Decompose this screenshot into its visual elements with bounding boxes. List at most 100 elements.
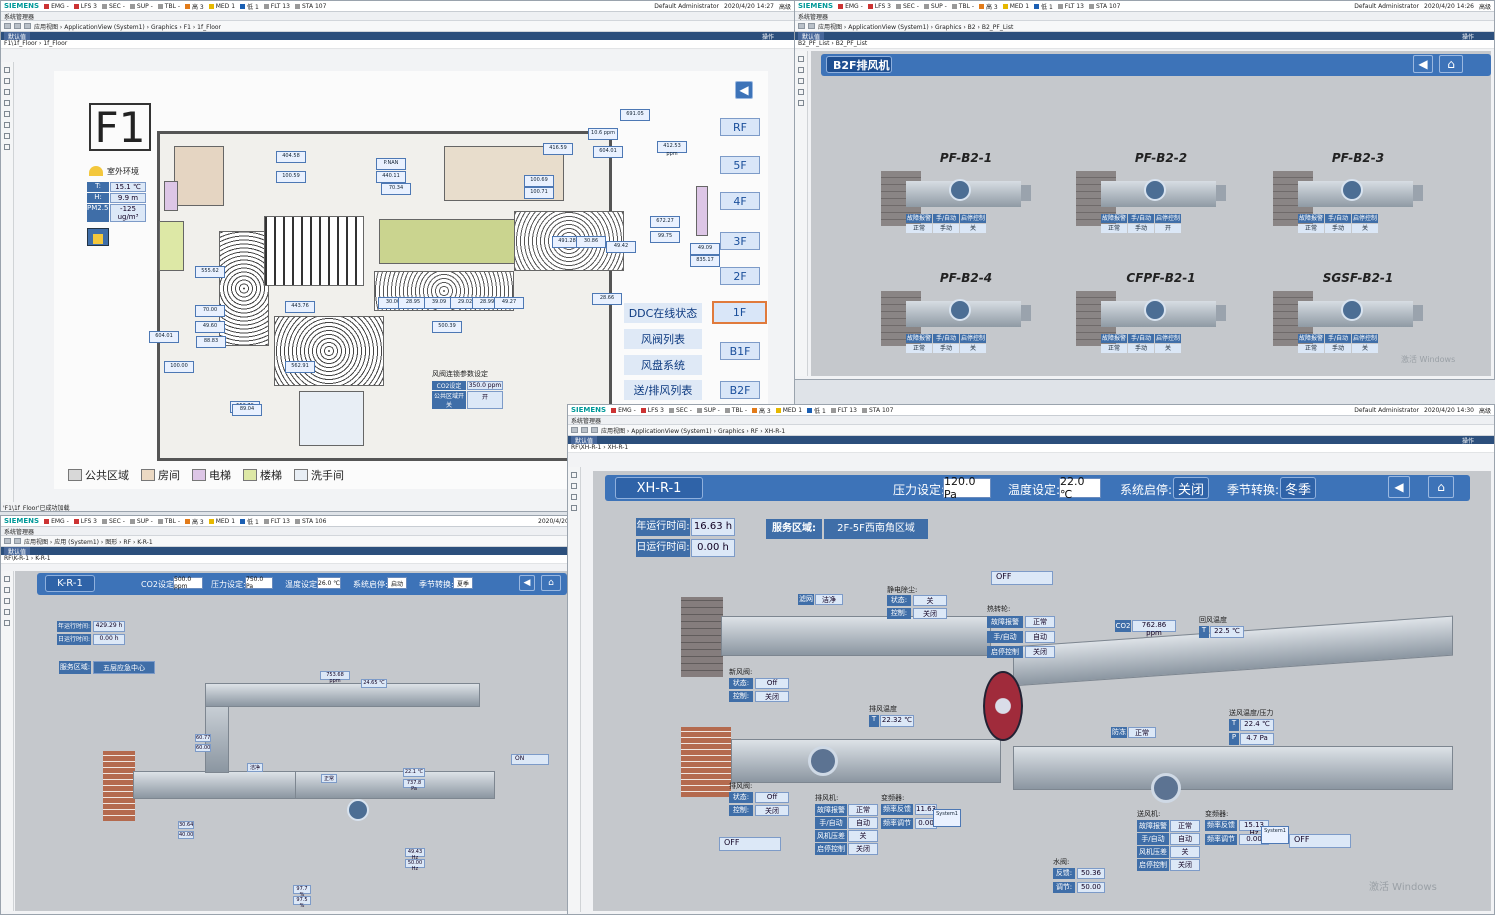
tab-default[interactable]: 默认值 <box>4 547 31 556</box>
status-sup[interactable]: SUP - <box>923 3 947 10</box>
status-sec[interactable]: SEC - <box>896 3 919 10</box>
back-icon[interactable] <box>4 538 11 544</box>
wheel-start[interactable]: 关闭 <box>1025 646 1055 658</box>
panel-value[interactable]: 正常 <box>1170 820 1200 832</box>
arrow-icon[interactable] <box>4 587 10 593</box>
panel-value[interactable]: 关 <box>848 830 878 842</box>
zoom-out-icon[interactable] <box>4 609 10 615</box>
floor-nav-b1f[interactable]: B1F <box>720 342 760 360</box>
co2-reading-box[interactable]: 49.42 <box>606 241 636 253</box>
back-icon[interactable] <box>4 23 11 29</box>
print-icon[interactable] <box>798 100 804 106</box>
pen-icon[interactable] <box>4 67 10 73</box>
status-sec[interactable]: SEC - <box>669 407 692 414</box>
ddc-status-link[interactable]: DDC在线状态 <box>624 303 702 323</box>
zoom-out-icon[interactable] <box>571 505 577 511</box>
co2-set-value[interactable]: 350.0 ppm <box>467 381 503 390</box>
status-tbl[interactable]: TBL - <box>157 518 180 525</box>
co2-reading-box[interactable]: 672.27 <box>650 216 680 228</box>
fan-unit[interactable]: PF-B2-4 故障报警 手/自动 启停控制 正常 手动关 <box>881 271 1051 379</box>
co2-reading-box[interactable]: 404.58 <box>276 151 306 163</box>
co2-reading-box[interactable]: 835.17 <box>690 255 720 267</box>
home-button[interactable]: ⌂ <box>1439 55 1463 73</box>
status-low[interactable]: 低 1 <box>240 2 259 11</box>
status-sup[interactable]: SUP - <box>696 407 720 414</box>
off-indicator-left[interactable]: OFF <box>719 837 781 851</box>
home-icon[interactable] <box>591 427 598 433</box>
system-widget[interactable]: System1 <box>1261 826 1289 844</box>
home-button[interactable]: ⌂ <box>1428 476 1454 498</box>
fan-unit[interactable]: PF-B2-1 故障报警 手/自动 启停控制 正常 手动关 <box>881 151 1051 261</box>
status-tbl[interactable]: TBL - <box>951 3 974 10</box>
zoom-in-icon[interactable] <box>798 78 804 84</box>
system-widget[interactable] <box>87 228 109 246</box>
fan-status-value[interactable]: 手动 <box>1128 224 1154 233</box>
co2-reading-box[interactable]: 70.34 <box>381 183 411 195</box>
co2-reading-box[interactable]: 604.01 <box>149 331 179 343</box>
status-med[interactable]: MED 1 <box>775 407 802 414</box>
floor-nav-3f[interactable]: 3F <box>720 232 760 250</box>
co2-reading-box[interactable]: 100.59 <box>276 171 306 183</box>
status-high[interactable]: 高 3 <box>751 406 771 415</box>
panel-value[interactable]: 关闭 <box>848 843 878 855</box>
run-value[interactable]: 启动 <box>387 577 407 589</box>
tab-op[interactable]: 操作 <box>1462 436 1494 445</box>
co2-reading-box[interactable]: 412.53 ppm <box>657 141 687 157</box>
status-lfs[interactable]: LFS 3 <box>73 3 97 10</box>
select-icon[interactable] <box>4 122 10 128</box>
fan-status-value[interactable]: 手动 <box>933 344 959 353</box>
co2-reading-box[interactable]: 443.76 <box>285 301 315 313</box>
co2-set-value[interactable]: 500.0 ppm <box>173 576 203 590</box>
arrow-icon[interactable] <box>798 67 804 73</box>
co2-reading-box[interactable]: 440.11 <box>376 171 406 183</box>
back-button[interactable]: ◀ <box>1413 55 1433 73</box>
water-reg[interactable]: 50.00 <box>1077 882 1105 893</box>
status-high[interactable]: 高 3 <box>978 2 998 11</box>
grid-icon[interactable] <box>4 133 10 139</box>
co2-reading-box[interactable]: 49.27 <box>494 297 524 309</box>
link-value[interactable]: 开 <box>467 391 503 409</box>
season-value[interactable]: 冬季 <box>1280 477 1316 499</box>
home-button[interactable]: ⌂ <box>541 575 561 591</box>
zoom-in-icon[interactable] <box>4 89 10 95</box>
back-button[interactable]: ◀ <box>735 81 753 99</box>
fan-status-value[interactable]: 关 <box>1352 224 1378 233</box>
status-lfs[interactable]: LFS 3 <box>867 3 891 10</box>
status-flt[interactable]: FLT 13 <box>1057 3 1084 10</box>
status-emg[interactable]: EMG - <box>44 518 69 525</box>
fan-status-value[interactable]: 关 <box>960 344 986 353</box>
co2-reading-box[interactable]: 500.39 <box>432 321 462 333</box>
forward-icon[interactable] <box>581 427 588 433</box>
home-icon[interactable] <box>24 23 31 29</box>
status-sta[interactable]: STA 106 <box>294 518 326 525</box>
status-high[interactable]: 高 3 <box>184 517 204 526</box>
co2-reading-box[interactable]: 416.59 <box>543 143 573 155</box>
status-med[interactable]: MED 1 <box>208 518 235 525</box>
status-tbl[interactable]: TBL - <box>157 3 180 10</box>
status-sta[interactable]: STA 107 <box>861 407 893 414</box>
status-high[interactable]: 高 3 <box>184 2 204 11</box>
status-sec[interactable]: SEC - <box>102 518 125 525</box>
co2-reading-box[interactable]: 100.00 <box>164 361 194 373</box>
floor-nav-5f[interactable]: 5F <box>720 156 760 174</box>
status-sup[interactable]: SUP - <box>129 518 153 525</box>
status-emg[interactable]: EMG - <box>611 407 636 414</box>
status-med[interactable]: MED 1 <box>1002 3 1029 10</box>
pressure-set-value[interactable]: 120.0 Pa <box>943 475 991 501</box>
pressure-set-value[interactable]: 750.0 Pa <box>245 576 273 590</box>
tab-op[interactable]: 操作 <box>1462 32 1494 41</box>
back-icon[interactable] <box>571 427 578 433</box>
floor-nav-b2f[interactable]: B2F <box>720 381 760 399</box>
fan-status-value[interactable]: 开 <box>1155 224 1181 233</box>
zoom-in-icon[interactable] <box>571 494 577 500</box>
floor-nav-rf[interactable]: RF <box>720 118 760 136</box>
co2-reading-box[interactable]: 99.75 <box>650 231 680 243</box>
co2-reading-box[interactable]: 70.00 <box>195 305 225 317</box>
back-button[interactable]: ◀ <box>1388 476 1410 498</box>
print-icon[interactable] <box>4 620 10 626</box>
fan-status-value[interactable]: 关 <box>960 224 986 233</box>
status-lfs[interactable]: LFS 3 <box>73 518 97 525</box>
status-emg[interactable]: EMG - <box>838 3 863 10</box>
pen-icon[interactable] <box>571 472 577 478</box>
fan-status-value[interactable]: 正常 <box>906 224 932 233</box>
